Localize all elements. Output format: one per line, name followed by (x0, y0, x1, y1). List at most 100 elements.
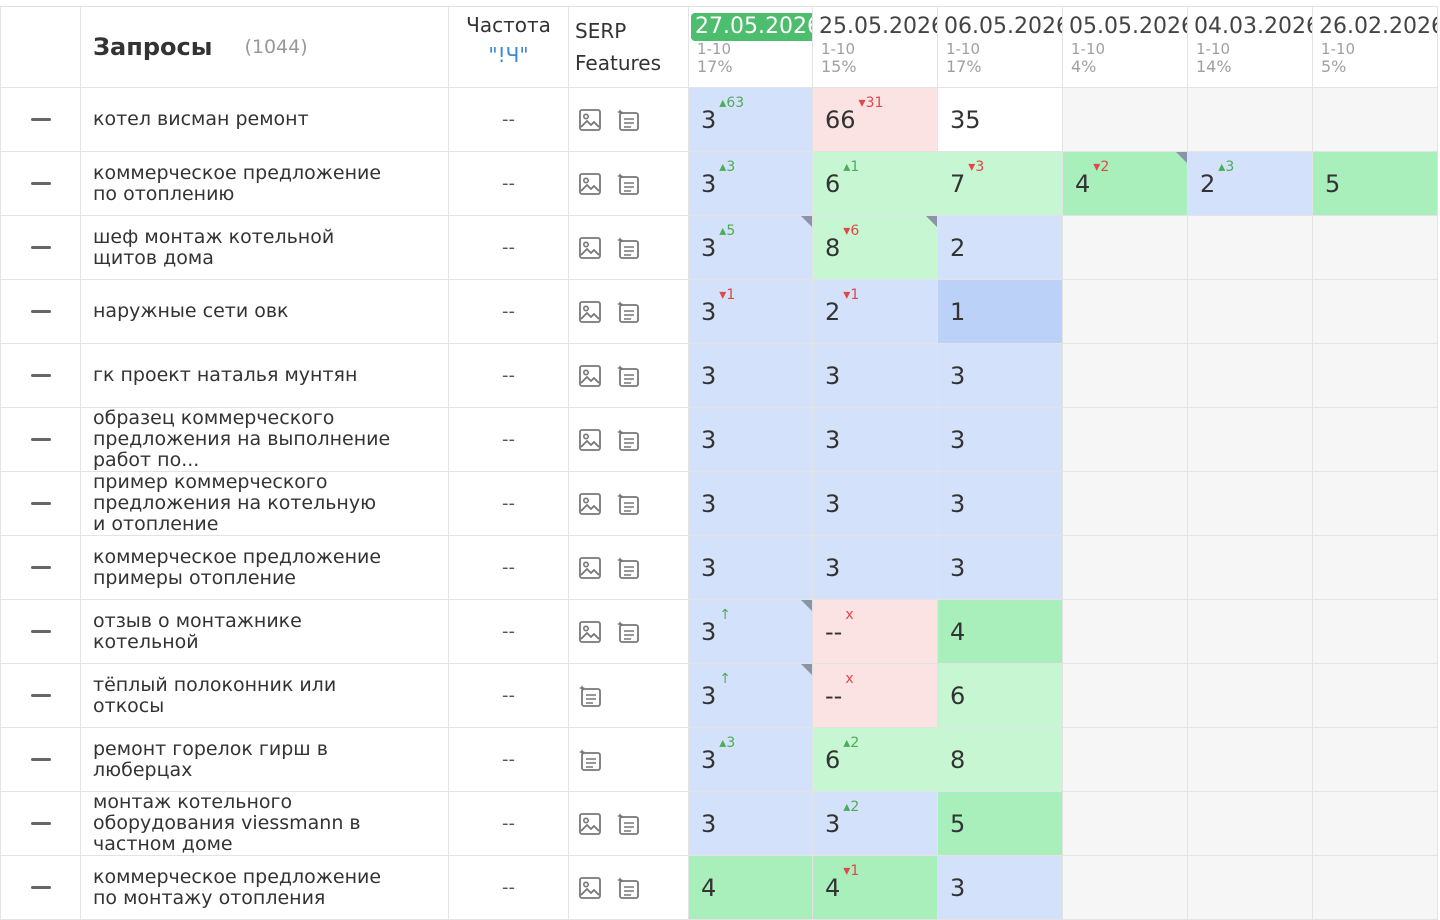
snippet-serp-icon[interactable] (615, 875, 641, 901)
snippet-serp-icon[interactable] (615, 107, 641, 133)
image-serp-icon[interactable] (577, 363, 603, 389)
query-text[interactable]: монтаж котельного оборудования viessmann… (93, 792, 393, 855)
header-date-3[interactable]: 05.05.2026 1-10 4% (1063, 6, 1188, 88)
query-cell[interactable]: коммерческое предложение по монтажу отоп… (81, 856, 449, 920)
date-label[interactable]: 05.05.2026 (1067, 13, 1187, 41)
position-cell[interactable]: 3 (689, 344, 813, 408)
minus-icon[interactable] (30, 182, 51, 185)
minus-icon[interactable] (30, 118, 51, 121)
date-label[interactable]: 06.05.2026 (942, 13, 1062, 41)
query-cell[interactable]: котел висман ремонт (81, 88, 449, 152)
position-cell[interactable]: 3 ▴3 (689, 152, 813, 216)
snippet-serp-icon[interactable] (615, 363, 641, 389)
position-cell[interactable]: 3 (813, 536, 938, 600)
image-serp-icon[interactable] (577, 299, 603, 325)
minus-icon[interactable] (30, 310, 51, 313)
minus-icon[interactable] (30, 566, 51, 569)
row-toggle[interactable] (0, 472, 81, 536)
position-cell[interactable]: 3 ▴63 (689, 88, 813, 152)
position-cell[interactable]: 3 (689, 792, 813, 856)
header-date-2[interactable]: 06.05.2026 1-10 17% (938, 6, 1063, 88)
position-cell[interactable]: 5 (938, 792, 1063, 856)
query-text[interactable]: гк проект наталья мунтян (93, 365, 357, 386)
query-cell[interactable]: пример коммерческого предложения на коте… (81, 472, 449, 536)
query-text[interactable]: коммерческое предложение по отоплению (93, 163, 393, 205)
query-text[interactable]: коммерческое предложение примеры отоплен… (93, 547, 393, 589)
position-cell[interactable]: 3 (813, 408, 938, 472)
position-cell[interactable]: 7 ▾3 (938, 152, 1063, 216)
image-serp-icon[interactable] (577, 427, 603, 453)
position-cell[interactable]: 4 ▾2 (1063, 152, 1188, 216)
header-date-0[interactable]: 27.05.2026 1-10 17% (689, 6, 813, 88)
header-date-1[interactable]: 25.05.2026 1-10 15% (813, 6, 938, 88)
image-serp-icon[interactable] (577, 171, 603, 197)
row-toggle[interactable] (0, 856, 81, 920)
row-toggle[interactable] (0, 600, 81, 664)
minus-icon[interactable] (30, 886, 51, 889)
position-cell[interactable]: 8 ▾6 (813, 216, 938, 280)
note-corner-marker[interactable] (801, 600, 812, 611)
query-text[interactable]: образец коммерческого предложения на вып… (93, 408, 393, 471)
note-corner-marker[interactable] (801, 216, 812, 227)
query-cell[interactable]: образец коммерческого предложения на вып… (81, 408, 449, 472)
snippet-serp-icon[interactable] (615, 299, 641, 325)
query-text[interactable]: котел висман ремонт (93, 109, 309, 130)
position-cell[interactable]: 3 (938, 344, 1063, 408)
position-cell[interactable]: 5 (1313, 152, 1438, 216)
minus-icon[interactable] (30, 246, 51, 249)
header-date-4[interactable]: 04.03.2026 1-10 14% (1188, 6, 1313, 88)
position-cell[interactable]: 3 (938, 472, 1063, 536)
position-cell[interactable]: -- x (813, 600, 938, 664)
position-cell[interactable]: 35 (938, 88, 1063, 152)
snippet-serp-icon[interactable] (615, 811, 641, 837)
position-cell[interactable]: 2 ▾1 (813, 280, 938, 344)
position-cell[interactable]: 3 ↑ (689, 600, 813, 664)
minus-icon[interactable] (30, 502, 51, 505)
position-cell[interactable]: 3 (689, 408, 813, 472)
row-toggle[interactable] (0, 344, 81, 408)
position-cell[interactable]: -- x (813, 664, 938, 728)
position-cell[interactable]: 4 (938, 600, 1063, 664)
query-text[interactable]: ремонт горелок гирш в люберцах (93, 739, 393, 781)
row-toggle[interactable] (0, 664, 81, 728)
header-frequency[interactable]: Частота "!Ч" (449, 6, 569, 88)
position-cell[interactable]: 3 ▴3 (689, 728, 813, 792)
query-cell[interactable]: гк проект наталья мунтян (81, 344, 449, 408)
position-cell[interactable]: 2 (938, 216, 1063, 280)
query-text[interactable]: шеф монтаж котельной щитов дома (93, 227, 393, 269)
position-cell[interactable]: 4 ▾1 (813, 856, 938, 920)
minus-icon[interactable] (30, 630, 51, 633)
position-cell[interactable]: 3 ▾1 (689, 280, 813, 344)
row-toggle[interactable] (0, 728, 81, 792)
minus-icon[interactable] (30, 758, 51, 761)
frequency-type-link[interactable]: "!Ч" (449, 43, 568, 67)
position-cell[interactable]: 3 (813, 344, 938, 408)
position-cell[interactable]: 6 ▴2 (813, 728, 938, 792)
query-cell[interactable]: коммерческое предложение по отоплению (81, 152, 449, 216)
date-label[interactable]: 26.02.2026 (1317, 13, 1437, 41)
note-corner-marker[interactable] (801, 664, 812, 675)
row-toggle[interactable] (0, 536, 81, 600)
snippet-serp-icon[interactable] (577, 683, 603, 709)
position-cell[interactable]: 3 ↑ (689, 664, 813, 728)
image-serp-icon[interactable] (577, 107, 603, 133)
snippet-serp-icon[interactable] (577, 747, 603, 773)
position-cell[interactable]: 8 (938, 728, 1063, 792)
header-date-5[interactable]: 26.02.2026 1-10 5% (1313, 6, 1438, 88)
query-text[interactable]: тёплый полоконник или откосы (93, 675, 393, 717)
position-cell[interactable]: 2 ▴3 (1188, 152, 1313, 216)
position-cell[interactable]: 3 (938, 856, 1063, 920)
row-toggle[interactable] (0, 88, 81, 152)
date-label[interactable]: 04.03.2026 (1192, 13, 1312, 41)
position-cell[interactable]: 3 (938, 408, 1063, 472)
snippet-serp-icon[interactable] (615, 491, 641, 517)
row-toggle[interactable] (0, 152, 81, 216)
minus-icon[interactable] (30, 694, 51, 697)
query-text[interactable]: пример коммерческого предложения на коте… (93, 472, 393, 535)
snippet-serp-icon[interactable] (615, 235, 641, 261)
image-serp-icon[interactable] (577, 619, 603, 645)
image-serp-icon[interactable] (577, 875, 603, 901)
position-cell[interactable]: 3 (689, 536, 813, 600)
image-serp-icon[interactable] (577, 235, 603, 261)
minus-icon[interactable] (30, 822, 51, 825)
